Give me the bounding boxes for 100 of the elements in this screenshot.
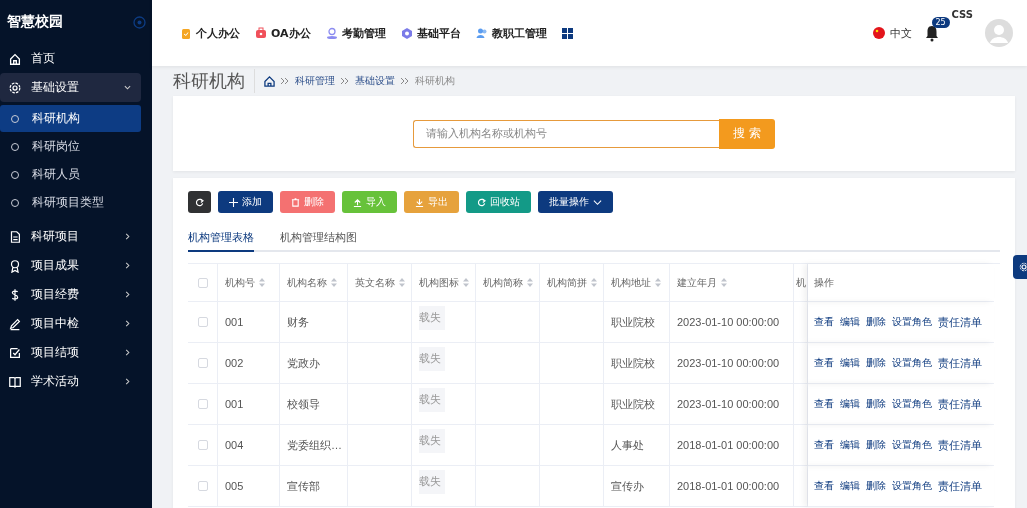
broken-image: 载失 xyxy=(419,470,445,494)
table-cell: 2023-01-10 00:00:00 xyxy=(670,343,794,384)
sort-icon[interactable] xyxy=(331,278,337,287)
tab[interactable]: 机构管理表格 xyxy=(188,229,254,252)
user-name[interactable]: CSS xyxy=(951,9,973,20)
action-link[interactable]: 删除 xyxy=(866,438,886,452)
broken-image: 载失 xyxy=(419,306,445,330)
action-link[interactable]: 删除 xyxy=(866,315,886,329)
action-link[interactable]: 责任清单 xyxy=(938,355,982,371)
sort-icon[interactable] xyxy=(591,278,597,287)
settings-tab[interactable] xyxy=(1013,255,1027,279)
toolbar-button[interactable]: 批量操作 xyxy=(538,191,613,213)
sidebar-item[interactable]: 学术活动 xyxy=(0,367,141,396)
nav-link[interactable]: 教职工管理 xyxy=(475,25,547,41)
checkbox[interactable] xyxy=(197,277,208,288)
action-link[interactable]: 编辑 xyxy=(840,356,860,370)
nav-link[interactable]: 基础平台 xyxy=(400,25,461,41)
language-link[interactable]: 中文 xyxy=(889,25,912,41)
checkbox[interactable] xyxy=(197,481,208,491)
nav-link[interactable]: 个人办公 xyxy=(180,25,240,41)
tab[interactable]: 机构管理结构图 xyxy=(280,229,357,252)
chevron-icon xyxy=(124,320,131,327)
sort-icon[interactable] xyxy=(399,278,405,287)
checkbox[interactable] xyxy=(197,399,208,409)
sort-icon[interactable] xyxy=(721,278,727,287)
table-cell: 人事处 xyxy=(604,425,670,466)
action-link[interactable]: 编辑 xyxy=(840,479,860,493)
table-cell: 2023-01-10 00:00:00 xyxy=(670,302,794,343)
checkbox[interactable] xyxy=(197,358,208,368)
action-link[interactable]: 编辑 xyxy=(840,397,860,411)
pen-icon xyxy=(8,316,22,331)
table-cell: 党委组织… xyxy=(280,425,348,466)
sidebar-subitem[interactable]: 科研机构 xyxy=(0,105,141,132)
action-link[interactable]: 编辑 xyxy=(840,315,860,329)
table-cell: 职业院校 xyxy=(604,343,670,384)
table-cell: 2018-01-01 00:00:00 xyxy=(670,466,794,507)
app-logo: 智慧校园 xyxy=(7,13,63,31)
nav-link[interactable]: 考勤管理 xyxy=(325,25,386,41)
column-header: 机构名称 xyxy=(280,264,348,302)
notification-badge: 25 xyxy=(931,17,950,28)
action-link[interactable]: 删除 xyxy=(866,397,886,411)
table-cell: 001 xyxy=(218,302,280,343)
column-header: 机构号 xyxy=(218,264,280,302)
document-icon xyxy=(8,229,22,244)
action-link[interactable]: 查看 xyxy=(814,438,834,452)
action-link[interactable]: 责任清单 xyxy=(938,396,982,412)
sidebar-item[interactable]: 项目中检 xyxy=(0,309,141,338)
column-header: 机构地址 xyxy=(604,264,670,302)
checkbox-icon xyxy=(8,345,22,360)
action-link[interactable]: 查看 xyxy=(814,479,834,493)
chevron-icon xyxy=(124,349,131,356)
sort-icon[interactable] xyxy=(655,278,661,287)
table-cell: 2023-01-10 00:00:00 xyxy=(670,384,794,425)
action-link[interactable]: 责任清单 xyxy=(938,437,982,453)
action-link[interactable]: 删除 xyxy=(866,479,886,493)
action-link[interactable]: 查看 xyxy=(814,397,834,411)
refresh-button[interactable] xyxy=(188,191,211,213)
toolbar-button[interactable]: 添加 xyxy=(218,191,273,213)
sidebar-item[interactable]: 项目结项 xyxy=(0,338,141,367)
sidebar-subitem[interactable]: 科研人员 xyxy=(0,161,141,188)
search-field[interactable]: 请输入机构名称或机构号 xyxy=(413,119,719,148)
action-link[interactable]: 设置角色 xyxy=(892,479,932,493)
sidebar-item[interactable]: 科研项目 xyxy=(0,222,141,251)
action-link[interactable]: 设置角色 xyxy=(892,397,932,411)
sidebar-item[interactable]: 基础设置 xyxy=(0,73,141,102)
breadcrumb-link[interactable]: 基础设置 xyxy=(355,74,395,88)
broken-image: 载失 xyxy=(419,388,445,412)
action-link[interactable]: 设置角色 xyxy=(892,438,932,452)
action-link[interactable]: 责任清单 xyxy=(938,478,982,494)
action-link[interactable]: 责任清单 xyxy=(938,314,982,330)
action-link[interactable]: 编辑 xyxy=(840,438,860,452)
sort-icon[interactable] xyxy=(463,278,469,287)
sidebar-subitem[interactable]: 科研岗位 xyxy=(0,133,141,160)
action-link[interactable]: 删除 xyxy=(866,356,886,370)
sort-icon[interactable] xyxy=(527,278,533,287)
action-link[interactable]: 设置角色 xyxy=(892,356,932,370)
checkbox[interactable] xyxy=(197,317,208,327)
sidebar-item[interactable]: 项目经费 xyxy=(0,280,141,309)
column-header: 操作 xyxy=(808,264,994,302)
gear-icon xyxy=(1017,262,1027,272)
upload-icon xyxy=(353,197,362,207)
action-link[interactable]: 查看 xyxy=(814,356,834,370)
table-cell: 宣传部 xyxy=(280,466,348,507)
breadcrumb-link[interactable]: 科研管理 xyxy=(295,74,335,88)
home-icon[interactable] xyxy=(264,75,275,87)
table-cell: 宣传办 xyxy=(604,466,670,507)
grid-icon[interactable] xyxy=(561,27,573,39)
collapse-icon[interactable] xyxy=(133,15,146,29)
sidebar-item[interactable]: 首页 xyxy=(0,44,141,73)
action-link[interactable]: 设置角色 xyxy=(892,315,932,329)
toolbar-button[interactable]: 回收站 xyxy=(466,191,531,213)
sidebar-item[interactable]: 项目成果 xyxy=(0,251,141,280)
bell-icon[interactable] xyxy=(923,24,940,42)
nav-link[interactable]: OA办公 xyxy=(255,25,311,41)
sort-icon[interactable] xyxy=(259,278,265,287)
table-cell: 校领导 xyxy=(280,384,348,425)
checkbox[interactable] xyxy=(197,440,208,450)
sidebar-subitem[interactable]: 科研项目类型 xyxy=(0,189,141,216)
avatar-icon[interactable] xyxy=(985,19,1013,47)
action-link[interactable]: 查看 xyxy=(814,315,834,329)
